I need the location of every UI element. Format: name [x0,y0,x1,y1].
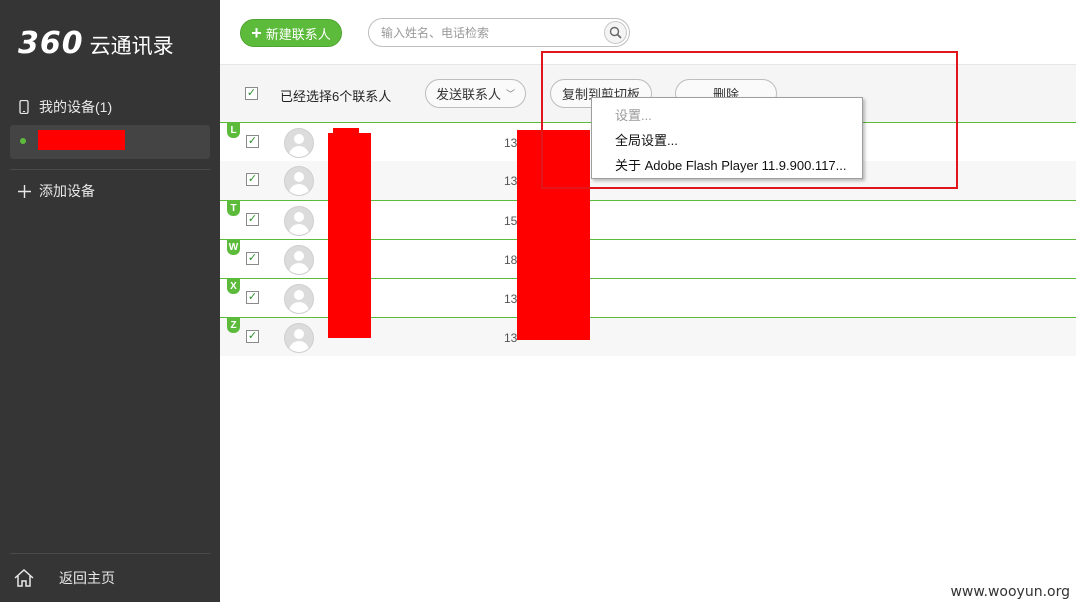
index-letter-badge: X [227,278,240,294]
sidebar-item-add-device[interactable]: 添加设备 [0,181,220,201]
logo-text: 云通讯录 [89,35,174,58]
app-logo: 360 云通讯录 [18,26,174,61]
row-checkbox[interactable]: ✓ [246,173,259,186]
chevron-down-icon: ﹀ [506,89,516,99]
back-home-button[interactable]: 返回主页 [0,564,220,592]
avatar-icon [284,206,314,236]
search-box [368,18,630,47]
send-contacts-button[interactable]: 发送联系人 ﹀ [425,79,526,108]
index-letter-badge: T [227,200,240,216]
avatar-icon [284,245,314,275]
new-contact-button[interactable]: + 新建联系人 [240,19,342,47]
index-letter-badge: W [227,239,240,255]
send-contacts-label: 发送联系人 [435,87,501,102]
logo-number: 360 [18,26,84,61]
selected-count-text: 已经选择6个联系人 [280,89,392,104]
sidebar: 360 云通讯录 我的设备(1) 添加设备 返回主页 [0,0,220,602]
phone-number: 13 [504,174,518,188]
home-icon [14,569,34,587]
sidebar-item-my-devices[interactable]: 我的设备(1) [0,97,220,117]
avatar-icon [284,166,314,196]
avatar-icon [284,128,314,158]
row-checkbox[interactable]: ✓ [246,291,259,304]
row-checkbox[interactable]: ✓ [246,213,259,226]
sidebar-divider [10,553,210,554]
plus-icon: + [251,23,262,43]
phone-number: 13 [504,292,518,306]
redacted-names [328,133,371,338]
redacted-device-name [38,130,125,150]
annotation-highlight-box [541,51,958,189]
sidebar-divider [10,169,210,170]
row-checkbox[interactable]: ✓ [246,135,259,148]
phone-number: 18 [504,253,518,267]
index-letter-badge: Z [227,317,240,333]
select-all-checkbox[interactable]: ✓ [245,87,258,100]
phone-number: 13 [504,331,518,345]
phone-number: 15 [504,214,518,228]
search-input[interactable] [381,24,601,42]
sidebar-item-label: 添加设备 [39,183,95,199]
plus-icon [17,184,31,198]
avatar-icon [284,284,314,314]
row-checkbox[interactable]: ✓ [246,252,259,265]
phone-number: 13 [504,136,518,150]
new-contact-label: 新建联系人 [265,26,331,42]
phone-icon [17,100,31,114]
index-letter-badge: L [227,122,240,138]
online-status-dot [20,138,26,144]
row-checkbox[interactable]: ✓ [246,330,259,343]
search-icon[interactable] [604,21,627,44]
contacts-app: 360 云通讯录 我的设备(1) 添加设备 返回主页 + 新建联系人 输入姓名、… [0,0,1076,602]
avatar-icon [284,323,314,353]
watermark: www.wooyun.org [950,584,1070,600]
back-home-label: 返回主页 [59,570,115,586]
sidebar-item-label: 我的设备(1) [39,99,113,115]
